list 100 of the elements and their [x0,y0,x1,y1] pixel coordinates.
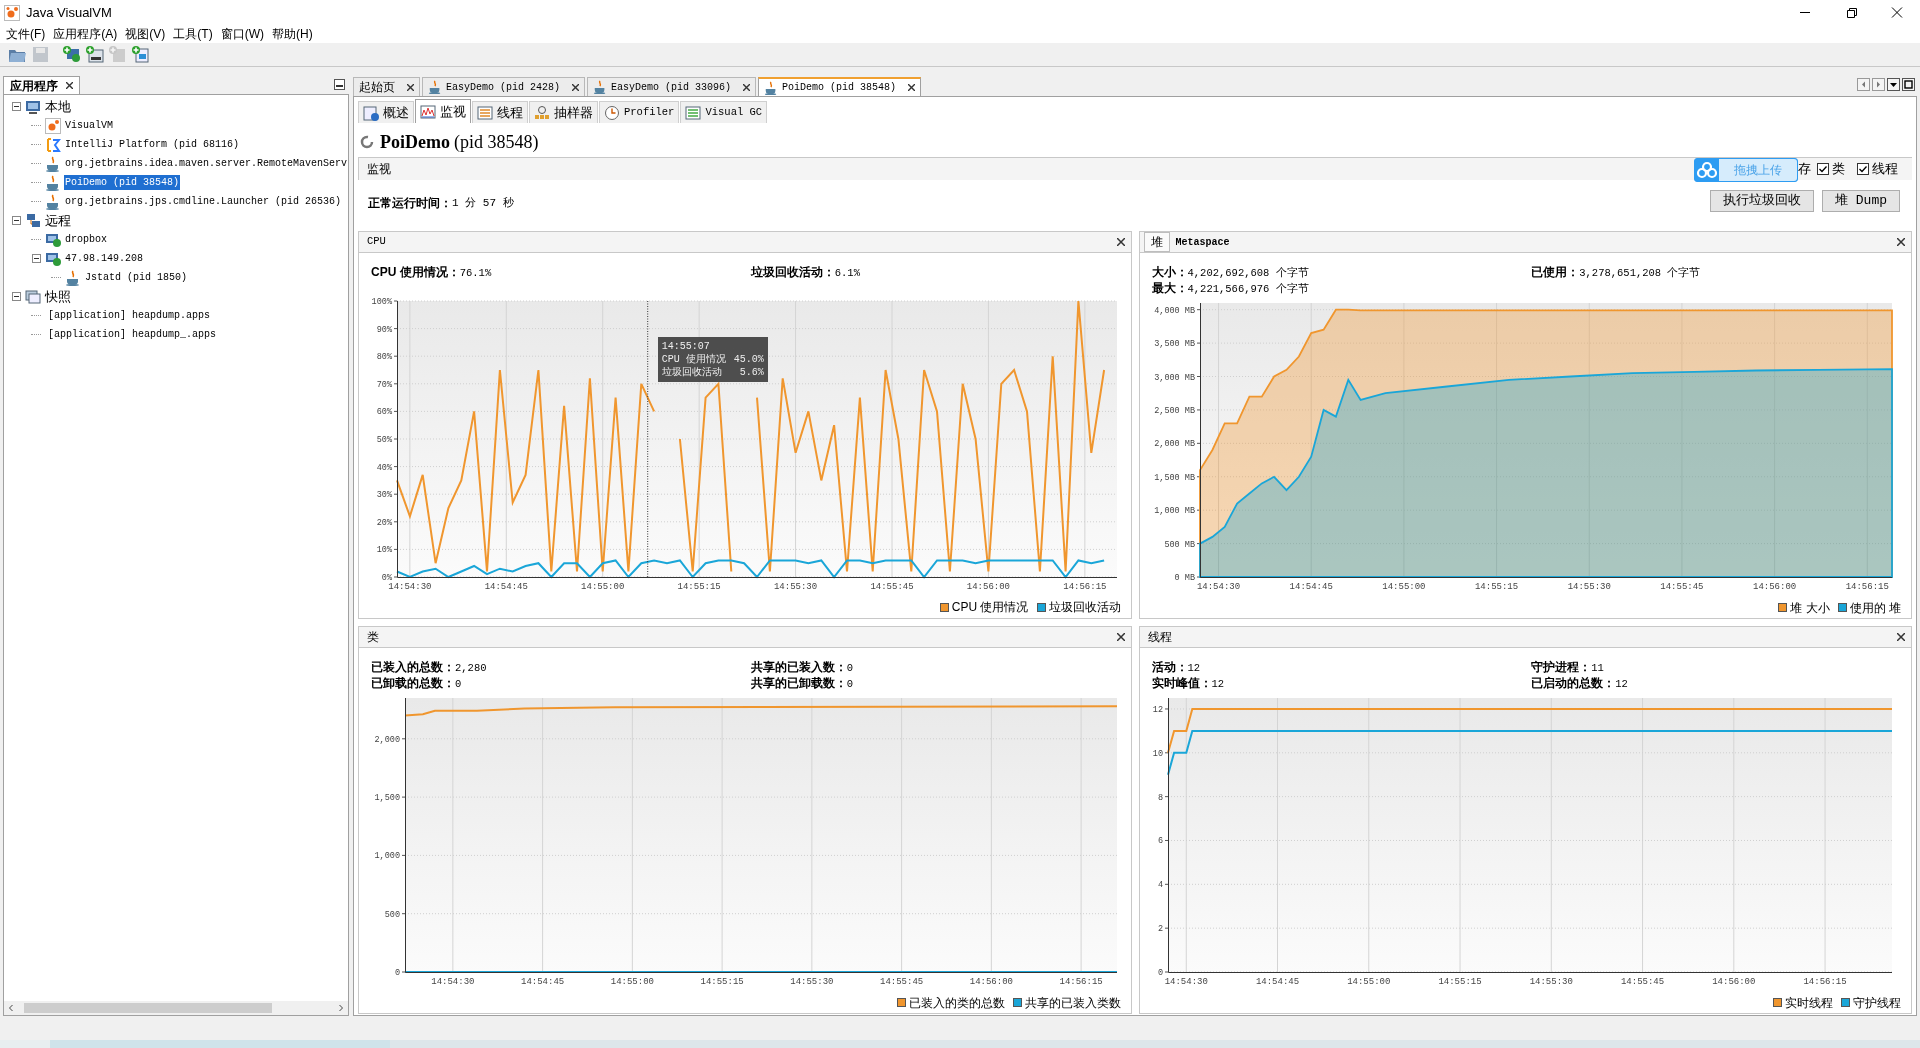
stat-value: 3,278,651,208 个字节 [1579,266,1701,281]
tree-item[interactable]: org.jetbrains.jps.cmdline.Launcher (pid 26536) [64,194,343,209]
tree-item[interactable]: PoiDemo (pid 38548) [64,175,181,190]
y-tick-label: 4 [1157,880,1163,891]
minimize-panel-icon[interactable] [334,79,345,90]
tooltip-label: 垃圾回收活动 [661,365,722,379]
x-tick-label: 14:55:30 [1567,582,1611,592]
tree-item[interactable]: 快照 [44,286,72,307]
stat-value: 6.1% [834,266,860,282]
tree-item[interactable]: 本地 [44,96,72,117]
collapse-toggle-icon[interactable] [11,102,21,111]
uptime-label: 正常运行时间： [368,195,452,212]
view-tab[interactable]: 抽样器 [529,101,598,123]
legend-label: CPU 使用情况 [951,599,1029,617]
maximize-icon[interactable] [1902,78,1915,91]
add-host-icon[interactable] [62,45,81,64]
close-icon[interactable] [908,84,916,91]
tree-item[interactable]: Jstatd (pid 1850) [84,270,189,285]
x-tick-label: 14:55:30 [773,581,818,592]
document-tab[interactable]: 起始页 [353,77,420,96]
add-snapshot-icon[interactable] [131,45,150,64]
app-pid: (pid 38548) [454,130,539,154]
tree-item[interactable]: 47.98.149.208 [64,251,144,266]
checkbox[interactable]: 类 [1817,159,1845,179]
collapse-toggle-icon[interactable] [31,254,41,263]
tree-item[interactable]: 远程 [44,210,72,231]
x-tick-label: 14:55:45 [1659,582,1704,592]
close-icon[interactable] [1116,238,1125,247]
tree-item[interactable]: dropbox [64,232,108,247]
loading-icon [360,135,374,149]
document-tab[interactable]: EasyDemo (pid 33096) [587,77,757,96]
checkbox[interactable]: 线程 [1857,159,1898,179]
scrollbar-thumb[interactable] [24,1003,272,1013]
stat-label: 大小： [1151,264,1188,281]
checkbox-icon[interactable] [1857,163,1869,175]
checkbox-icon[interactable] [1817,163,1829,175]
java-cup-icon [45,174,61,191]
stat-value: 12 [1211,677,1225,692]
java-cup-icon [593,80,608,94]
tree-item[interactable]: [application] heapdump.apps [47,308,212,323]
tree-item[interactable]: IntelliJ Platform (pid 68116) [64,137,241,152]
menu-item[interactable]: 应用程序(A) [49,25,122,43]
document-tab[interactable]: EasyDemo (pid 2428) [422,77,586,96]
uptime-value: 1 分 57 秒 [452,195,514,211]
y-tick-label: 1,000 MB [1153,506,1195,517]
y-tick-label: 2 [1157,924,1163,935]
stat-value: 12 [1615,677,1628,692]
view-tab[interactable]: 监视 [415,99,471,123]
clock-icon [604,104,620,121]
close-icon[interactable] [1116,633,1125,641]
tree-item[interactable]: org.jetbrains.idea.maven.server.RemoteMavenServ [64,156,349,171]
panel-tab[interactable]: 堆 [1143,232,1170,252]
y-tick-label: 4,000 MB [1153,305,1195,316]
document-tab[interactable]: PoiDemo (pid 38548) [758,77,922,96]
tab-list-icon[interactable] [1887,78,1900,91]
view-tab[interactable]: Visual GC [680,101,768,123]
x-tick-label: 14:56:15 [1059,977,1103,987]
view-tab[interactable]: 概述 [358,101,414,123]
java-cup-icon [45,193,61,210]
action-button[interactable]: 执行垃圾回收 [1710,190,1814,212]
close-icon[interactable] [1897,633,1905,641]
close-icon[interactable] [572,83,580,91]
legend-label: 实时线程 [1785,994,1833,1012]
stat-value: 12 [1187,661,1201,676]
y-tick-label: 0 [1157,968,1163,978]
tree-item[interactable]: [application] heapdump_.apps [47,327,218,342]
collapse-toggle-icon[interactable] [11,216,21,225]
sidebar-tab[interactable]: 应用程序 [3,76,80,94]
collapse-toggle-icon[interactable] [11,292,21,301]
menu-item[interactable]: 文件(F) [2,25,50,43]
menu-item[interactable]: 工具(T) [169,25,217,43]
visualvm-icon [45,117,61,134]
x-tick-label: 14:55:45 [870,581,914,592]
scroll-tabs-right-icon[interactable] [1872,78,1885,91]
x-tick-label: 14:55:00 [1346,977,1390,987]
overview-icon [363,104,379,121]
y-tick-label: 60% [376,407,392,417]
close-icon[interactable] [407,83,414,91]
legend-label: 共享的已装入类数 [1024,994,1121,1012]
panel-tab[interactable]: Metaspace [1169,232,1236,252]
tree-item[interactable]: VisualVM [64,118,114,133]
y-tick-label: 0 MB [1174,573,1195,583]
tooltip-time: 14:55:07 [661,339,711,353]
panel-title: 类 [366,629,379,646]
y-tick-label: 30% [376,489,392,500]
horizontal-scrollbar[interactable] [4,1001,348,1015]
view-tab[interactable]: 线程 [472,101,528,123]
stat-label: 已启动的总数： [1531,675,1616,692]
x-tick-label: 14:54:30 [1196,582,1240,592]
menu-item[interactable]: 视图(V) [121,25,170,43]
menu-item[interactable]: 帮助(H) [268,25,317,43]
menu-item[interactable]: 窗口(W) [216,25,268,43]
scroll-tabs-left-icon[interactable] [1857,78,1870,91]
close-icon[interactable] [1897,238,1905,246]
add-jmx-icon[interactable] [85,45,104,64]
y-tick-label: 70% [376,379,392,390]
action-button[interactable]: 堆 Dump [1822,190,1900,212]
view-tab[interactable]: Profiler [599,101,680,123]
close-icon[interactable] [743,83,751,91]
close-icon[interactable] [66,82,73,89]
